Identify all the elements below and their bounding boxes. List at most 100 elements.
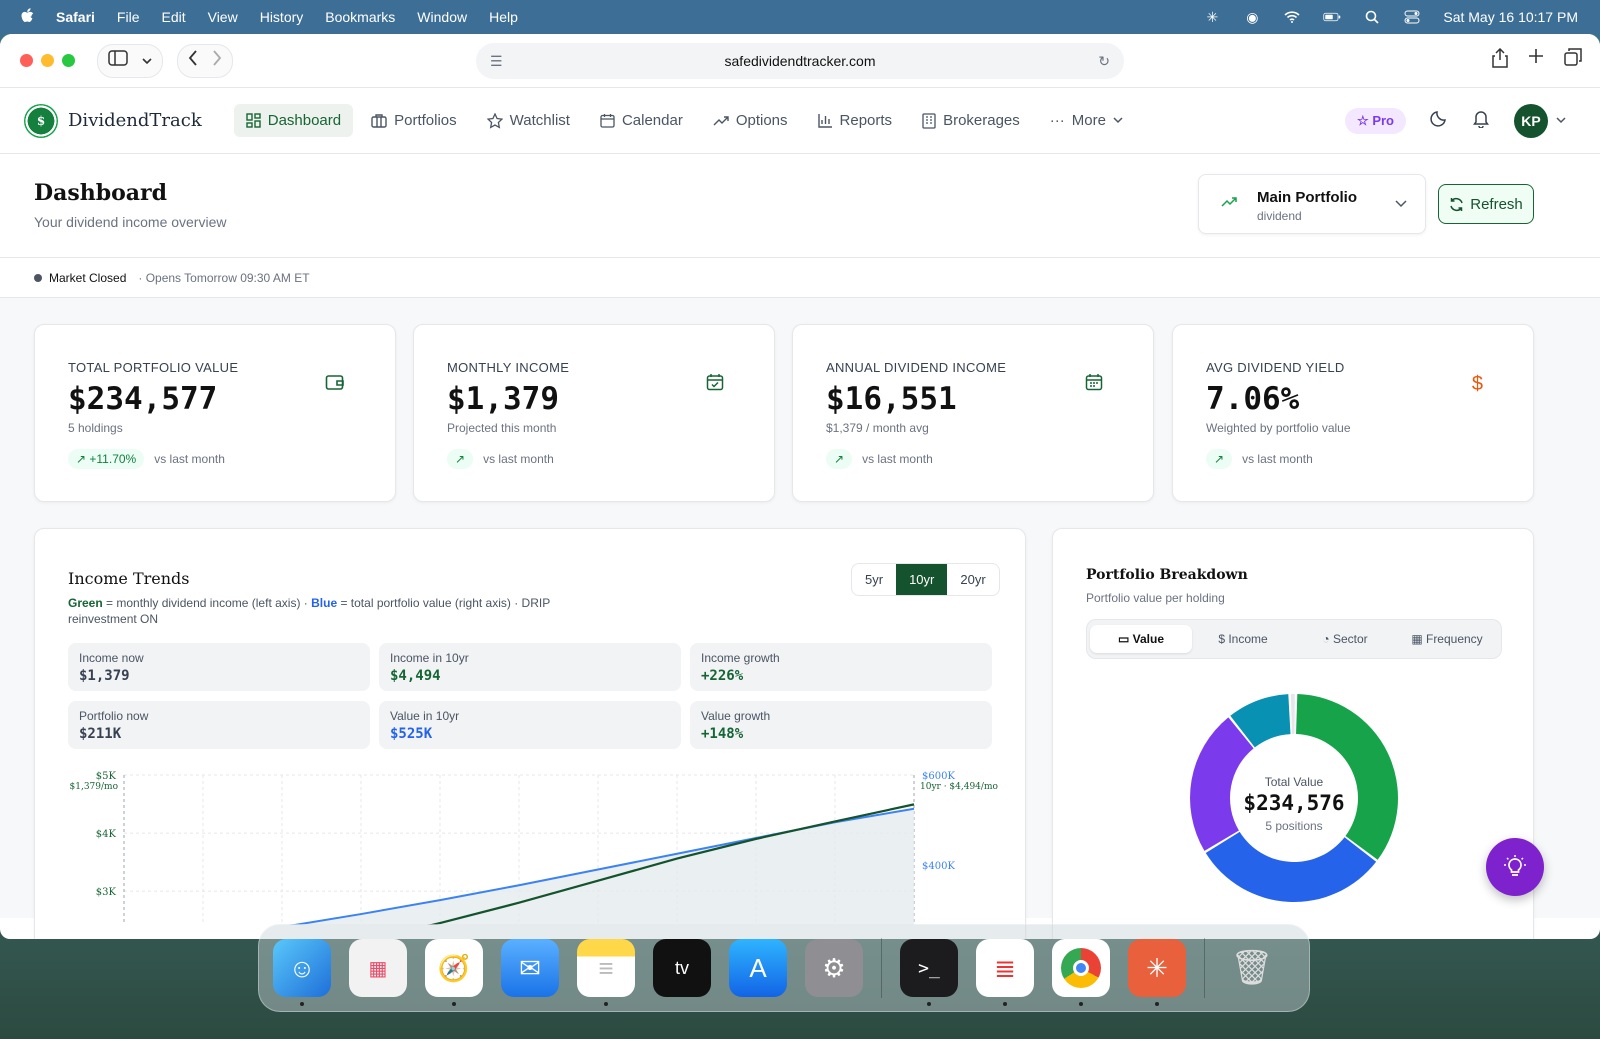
dock-terminal[interactable]: >_ [900,939,958,1006]
menu-help[interactable]: Help [489,9,518,25]
bell-icon[interactable] [1472,109,1490,133]
dashboard-icon [246,113,261,128]
spotlight-icon[interactable] [1363,10,1381,24]
pro-badge[interactable]: ☆ Pro [1345,107,1406,134]
menu-history[interactable]: History [260,9,304,25]
user-menu[interactable]: KP [1514,103,1566,138]
dock-safari[interactable]: 🧭 [425,939,483,1006]
stat-sub: $1,379 / month avg [826,421,929,435]
dock-app-store[interactable]: A [729,939,787,997]
donut-slice[interactable] [1205,831,1377,902]
screen-record-icon[interactable]: ◉ [1243,9,1261,25]
menu-window[interactable]: Window [417,9,467,25]
tab-overview-icon[interactable] [1564,48,1582,73]
dock-chrome[interactable] [1052,939,1110,1006]
window-controls [20,54,75,67]
dock-finder[interactable]: ☺ [273,939,331,1006]
metric-label: Income now [79,651,144,665]
tab-income[interactable]: $ Income [1192,625,1294,653]
refresh-icon [1450,197,1463,211]
nav-calendar[interactable]: Calendar [588,104,695,137]
nav-watchlist[interactable]: Watchlist [475,104,582,137]
income-trends-card: Income Trends Green = monthly dividend i… [34,528,1026,939]
ellipsis-icon: ··· [1049,112,1065,129]
nav-more[interactable]: ··· More [1038,104,1135,137]
nav-dashboard[interactable]: Dashboard [233,104,354,137]
metric-value: +226% [701,668,744,684]
brand-name: DividendTrack [68,110,202,131]
launchpad-icon: ▦ [368,957,388,980]
url-text[interactable]: safedividendtracker.com [725,53,876,69]
range-selector: 5yr 10yr 20yr [851,563,1000,596]
dock-system-settings[interactable]: ⚙ [805,939,863,997]
wifi-icon[interactable] [1283,10,1301,24]
portfolio-name: Main Portfolio [1257,189,1357,206]
tab-sector[interactable]: ◔ Sector [1294,625,1396,653]
zoom-window-button[interactable] [62,54,75,67]
trending-up-icon [1221,195,1237,213]
menu-bookmarks[interactable]: Bookmarks [325,9,395,25]
address-bar[interactable]: ☰ safedividendtracker.com ↻ [476,43,1124,79]
page-settings-icon[interactable]: ☰ [490,53,503,70]
menu-file[interactable]: File [117,9,140,25]
menu-clock[interactable]: Sat May 16 10:17 PM [1443,9,1578,25]
right-tick-label: $400K [922,861,955,872]
minimize-window-button[interactable] [41,54,54,67]
donut-center: Total Value $234,576 5 positions [1189,775,1399,833]
nav-brokerages[interactable]: Brokerages [910,104,1032,137]
moon-icon[interactable] [1430,109,1448,132]
mail-icon: ✉ [519,952,541,983]
tab-value[interactable]: ▭ Value [1090,625,1192,653]
sidebar-icon[interactable] [108,50,128,71]
back-icon[interactable] [188,50,198,71]
donut-slice[interactable] [1290,694,1295,735]
range-20yr[interactable]: 20yr [947,564,998,595]
insights-fab-button[interactable] [1486,838,1544,896]
refresh-button[interactable]: Refresh [1438,184,1534,224]
briefcase-icon [371,114,387,128]
nav-portfolios[interactable]: Portfolios [359,104,469,137]
stat-label: ANNUAL DIVIDEND INCOME [826,360,1007,375]
control-center-icon[interactable] [1403,10,1421,24]
finder-icon: ☺ [288,952,316,983]
forward-icon[interactable] [212,50,222,71]
nav-options[interactable]: Options [701,104,800,137]
metric-tile: Income growth +226% [690,643,992,691]
change-badge: ↗ [826,449,853,469]
stat-sub: Projected this month [447,421,557,435]
change-badge: ↗ [1206,449,1233,469]
nav-label: Watchlist [509,112,570,129]
menu-view[interactable]: View [208,9,238,25]
metric-label: Income growth [701,651,780,665]
stat-card-portfolio-value: TOTAL PORTFOLIO VALUE $234,577 5 holding… [34,324,396,502]
reload-icon[interactable]: ↻ [1098,53,1110,70]
dock-textedit[interactable]: ≣ [976,939,1034,1006]
apple-icon[interactable] [20,7,34,27]
calendar-icon [1085,373,1103,396]
tv-icon: tv [674,957,689,978]
nav-reports[interactable]: Reports [806,104,905,137]
nav-label: Brokerages [943,112,1020,129]
dock-claude[interactable]: ✳ [1128,939,1186,1006]
dock-tv[interactable]: tv [653,939,711,997]
range-10yr[interactable]: 10yr [896,564,948,595]
brand-logo[interactable]: $ DividendTrack [24,103,202,138]
page-subtitle: Your dividend income overview [34,214,227,230]
chevron-down-icon[interactable] [142,52,152,70]
battery-icon[interactable] [1323,10,1341,24]
menu-edit[interactable]: Edit [161,9,185,25]
dock-launchpad[interactable]: ▦ [349,939,407,997]
dock-notes[interactable]: ≡ [577,939,635,1006]
range-5yr[interactable]: 5yr [852,564,896,595]
sparkle-icon[interactable]: ✳ [1203,9,1221,25]
tab-frequency[interactable]: ▦ Frequency [1396,625,1498,653]
close-window-button[interactable] [20,54,33,67]
portfolio-selector[interactable]: Main Portfolio dividend [1198,174,1426,234]
dock-mail[interactable]: ✉ [501,939,559,997]
breakdown-tabs: ▭ Value $ Income ◔ Sector ▦ Frequency [1086,619,1502,659]
share-icon[interactable] [1492,47,1508,73]
new-tab-icon[interactable] [1528,48,1544,73]
stat-label: TOTAL PORTFOLIO VALUE [68,360,239,375]
menu-app-name[interactable]: Safari [56,9,95,25]
dock-trash[interactable]: 🗑 [1223,939,1281,997]
